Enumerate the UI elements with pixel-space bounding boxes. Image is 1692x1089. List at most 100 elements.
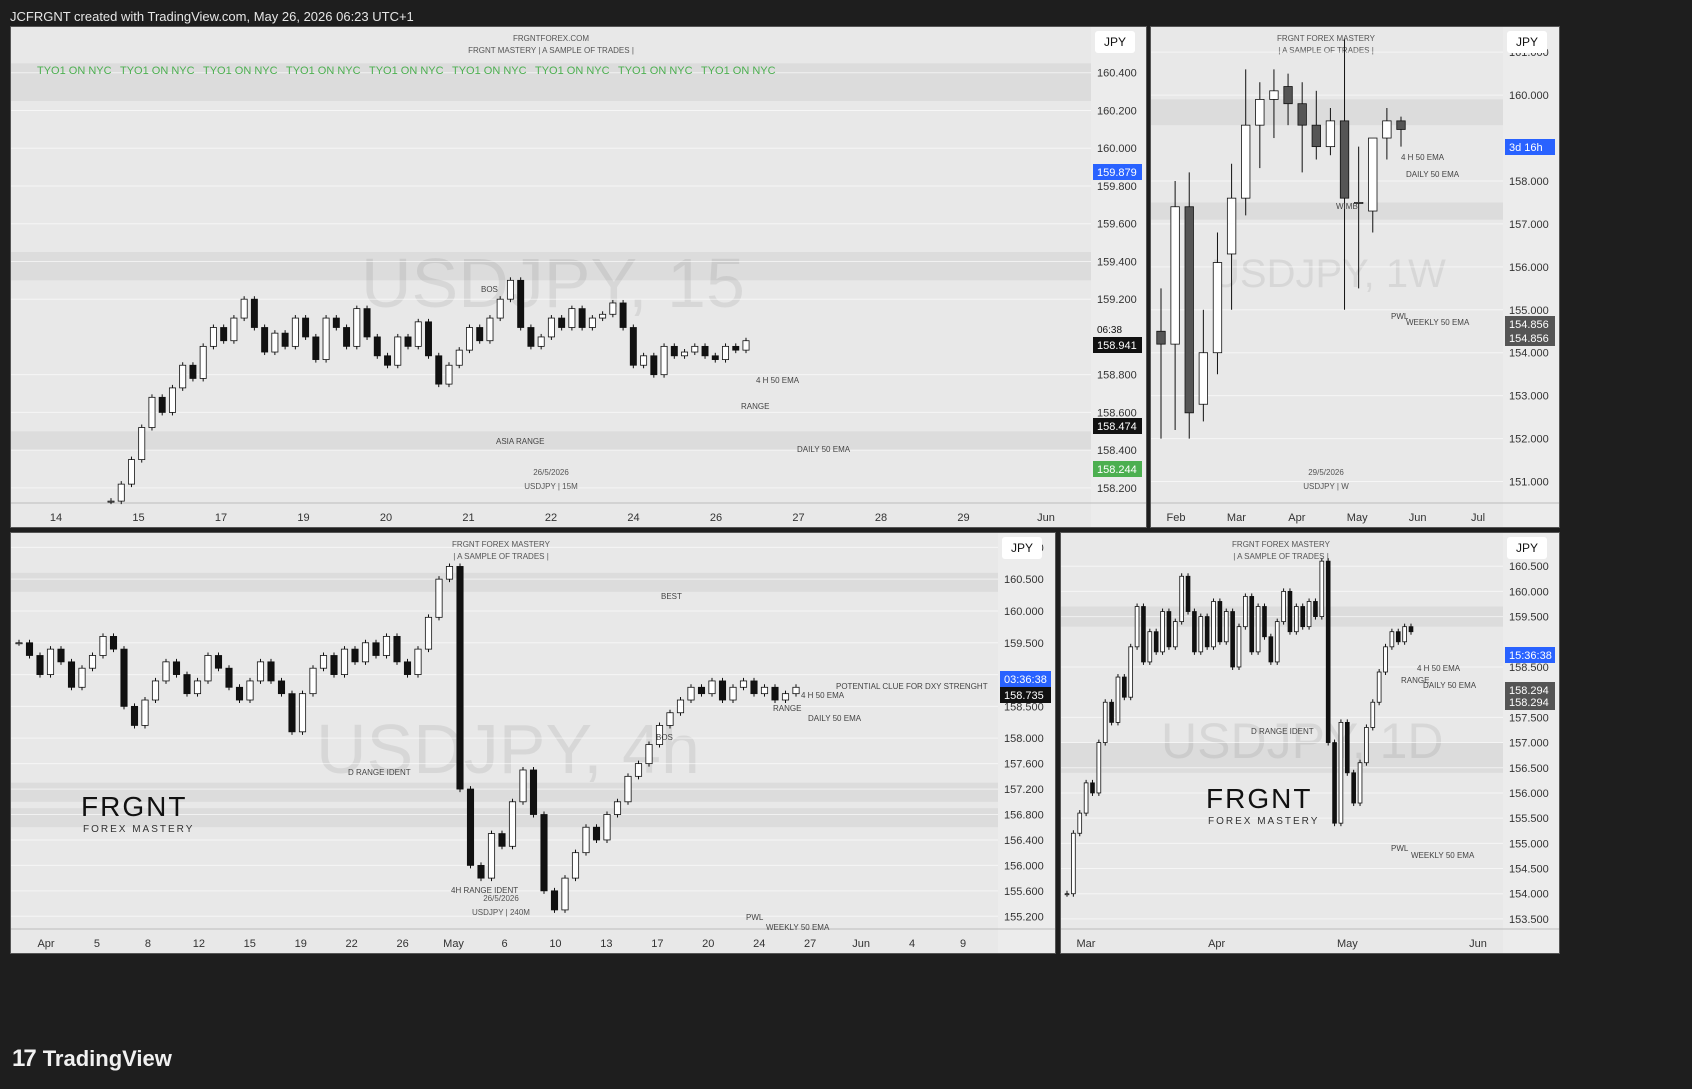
- y-tick-label: 155.000: [1509, 838, 1549, 850]
- candle-body: [199, 345, 207, 379]
- candle-body: [640, 355, 648, 366]
- y-tick-label: 156.000: [1004, 860, 1044, 872]
- y-tick-label: 156.000: [1509, 262, 1549, 274]
- y-tick-label: 159.600: [1097, 219, 1137, 231]
- price-badge-value: 154.856: [1509, 319, 1549, 331]
- candle-body: [57, 648, 65, 663]
- chart-title: FRGNT FOREX MASTERY: [1232, 540, 1331, 549]
- x-tick-label: Apr: [37, 938, 54, 950]
- candle-body: [1147, 631, 1153, 663]
- candle-body: [588, 317, 596, 328]
- candle-body: [230, 317, 238, 342]
- x-tick-label: 14: [50, 512, 62, 524]
- candle-body: [466, 788, 475, 866]
- chart-svg: USDJPY, 4hFRGNT FOREX MASTERY| A SAMPLE …: [11, 533, 1055, 953]
- brand-tagline: FOREX MASTERY: [1208, 816, 1319, 827]
- chart-panel-4h[interactable]: USDJPY, 4h FRGNT FOREX MASTERY | A SAMPLE …: [10, 532, 1056, 954]
- candle-body: [1269, 90, 1279, 100]
- candle-body: [15, 642, 23, 645]
- candle-body: [1319, 560, 1325, 617]
- candle-body: [1090, 782, 1095, 794]
- annotation-label: RANGE: [773, 704, 801, 713]
- candle-body: [732, 345, 740, 351]
- tradingview-logo[interactable]: 17 TradingView: [12, 1045, 172, 1073]
- annotation-label: WEEKLY 50 EMA: [1411, 851, 1475, 860]
- y-tick-label: 157.200: [1004, 784, 1044, 796]
- candle-body: [760, 686, 769, 695]
- annotation-label: WEEKLY 50 EMA: [766, 923, 830, 932]
- chart-panel-15m[interactable]: USDJPY, 15 FRGNTFOREX.COM FRGNT MASTERY | …: [10, 26, 1147, 528]
- candle-body: [1226, 197, 1237, 255]
- brand-name: FRGNT: [1206, 783, 1312, 814]
- candle-body: [1274, 621, 1280, 663]
- y-tick-label: 158.800: [1097, 370, 1137, 382]
- candle-body: [1166, 611, 1172, 648]
- x-tick-label: May: [1337, 938, 1358, 950]
- annotation-label: BEST: [661, 592, 682, 601]
- candle-body: [256, 661, 265, 682]
- x-tick-label: 27: [804, 938, 816, 950]
- candle-body: [141, 699, 149, 726]
- candle-body: [660, 345, 668, 376]
- x-tick-label: 17: [651, 938, 663, 950]
- candle-body: [204, 655, 212, 682]
- footer-symbol: USDJPY | 240M: [472, 908, 530, 917]
- x-tick-label: 12: [193, 938, 205, 950]
- x-tick-label: 26: [396, 938, 408, 950]
- annotation-label: ASIA RANGE: [496, 437, 544, 446]
- candle-body: [1211, 601, 1216, 648]
- candle-body: [629, 327, 637, 366]
- annotation-label: 4 H 50 EMA: [801, 691, 845, 700]
- y-tick-label: 160.000: [1509, 586, 1549, 598]
- x-tick-label: 13: [600, 938, 612, 950]
- candle-body: [162, 661, 170, 682]
- x-tick-label: 27: [792, 512, 804, 524]
- candle-body: [455, 349, 463, 366]
- chart-panel-daily[interactable]: USDJPY, 1D FRGNT FOREX MASTERY | A SAMPLE …: [1060, 532, 1560, 954]
- brand-name: FRGNT: [81, 791, 187, 822]
- session-label: TYO1 ON NYC: [37, 65, 112, 77]
- x-tick-label: Feb: [1167, 512, 1186, 524]
- zone-band: [11, 431, 1091, 451]
- countdown-label: 06:38: [1097, 325, 1122, 336]
- x-tick-label: Jun: [1409, 512, 1427, 524]
- annotation-label: 4 H 50 EMA: [756, 376, 800, 385]
- session-label: TYO1 ON NYC: [452, 65, 527, 77]
- candle-body: [711, 355, 719, 360]
- candle-body: [424, 616, 433, 650]
- x-tick-label: 22: [545, 512, 557, 524]
- candle-body: [393, 636, 401, 663]
- candle-body: [465, 327, 473, 351]
- candle-body: [298, 693, 307, 733]
- candle-body: [1184, 206, 1194, 414]
- chart-panel-weekly[interactable]: USDJPY, 1W FRGNT FOREX MASTERY | A SAMPLE …: [1150, 26, 1560, 528]
- candle-body: [1311, 124, 1321, 148]
- candle-body: [193, 680, 202, 695]
- candle-body: [1077, 812, 1083, 834]
- candle-body: [477, 864, 485, 879]
- candle-body: [781, 693, 790, 701]
- session-label: TYO1 ON NYC: [618, 65, 693, 77]
- y-tick-label: 160.000: [1004, 606, 1044, 618]
- x-tick-label: 24: [753, 938, 765, 950]
- candle-body: [742, 340, 750, 351]
- candle-body: [1096, 742, 1102, 794]
- candle-body: [361, 642, 370, 663]
- annotation-label: DAILY 50 EMA: [1423, 681, 1477, 690]
- candle-body: [697, 686, 706, 695]
- candle-body: [1408, 626, 1414, 633]
- candle-body: [414, 648, 422, 675]
- candle-body: [1185, 575, 1191, 612]
- candle-body: [1241, 124, 1251, 199]
- candle-body: [701, 345, 709, 357]
- x-tick-label: 8: [145, 938, 151, 950]
- candle-body: [288, 693, 296, 733]
- x-tick-label: Jul: [1471, 512, 1485, 524]
- watermark: USDJPY, 1W: [1211, 252, 1446, 296]
- candle-body: [445, 364, 453, 385]
- candle-body: [373, 336, 381, 357]
- candle-body: [309, 667, 317, 695]
- annotation-label: POTENTIAL CLUE FOR DXY STRENGHT: [836, 682, 988, 691]
- x-tick-label: Apr: [1288, 512, 1305, 524]
- candle-body: [214, 655, 223, 669]
